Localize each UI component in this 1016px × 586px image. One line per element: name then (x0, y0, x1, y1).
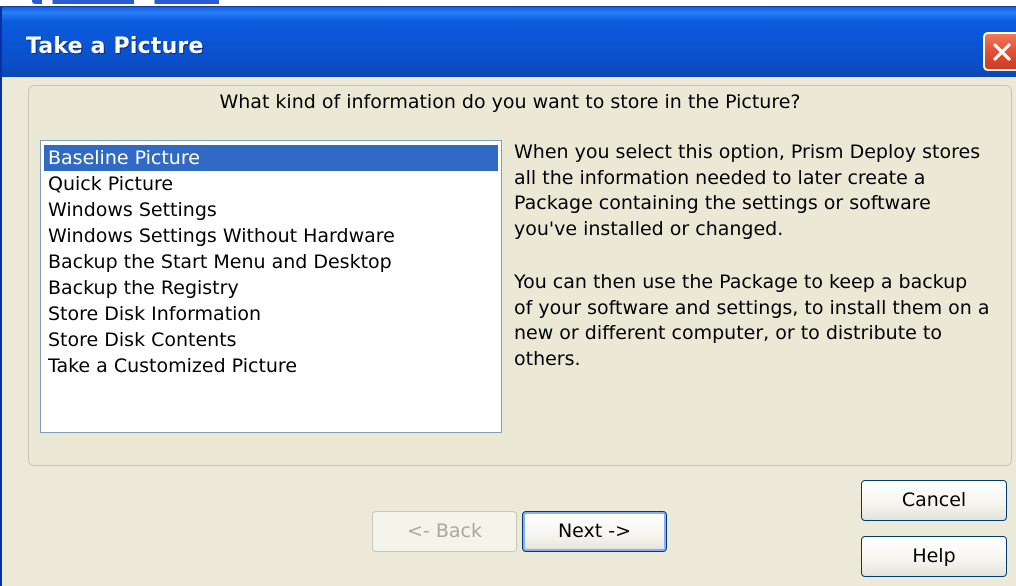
list-item[interactable]: Quick Picture (44, 171, 498, 197)
description-line: You can then use the Package to keep a b… (514, 271, 968, 293)
description-line: Package containing the settings or softw… (514, 192, 931, 214)
description-line: of your software and settings, to instal… (514, 296, 990, 319)
cancel-button[interactable]: Cancel (861, 480, 1007, 521)
dialog-body: What kind of information do you want to … (0, 77, 1016, 586)
title-bar[interactable]: Take a Picture (0, 7, 1016, 77)
back-button[interactable]: <- Back (372, 511, 517, 552)
list-item[interactable]: Baseline Picture (44, 145, 498, 171)
list-item[interactable]: Take a Customized Picture (44, 353, 498, 379)
background-window-title-fragment (32, 0, 372, 4)
picture-type-listbox[interactable]: Baseline Picture Quick Picture Windows S… (40, 140, 502, 433)
dialog-window: Take a Picture What kind of information … (0, 0, 1016, 586)
description-line: When you select this option, Prism Deplo… (514, 141, 981, 163)
description-line: all the information needed to later crea… (514, 166, 926, 189)
description-line: you've installed or changed. (514, 217, 784, 240)
next-button[interactable]: Next -> (522, 511, 667, 552)
background-window-edge (0, 0, 1016, 7)
question-label: What kind of information do you want to … (219, 91, 801, 113)
list-item[interactable]: Store Disk Information (44, 301, 498, 327)
list-item[interactable]: Store Disk Contents (44, 327, 498, 353)
close-button[interactable] (983, 32, 1016, 71)
help-button[interactable]: Help (861, 536, 1007, 577)
close-icon (993, 43, 1011, 61)
list-item[interactable]: Backup the Start Menu and Desktop (44, 249, 498, 275)
list-item[interactable]: Windows Settings Without Hardware (44, 223, 498, 249)
list-item[interactable]: Windows Settings (44, 197, 498, 223)
list-item[interactable]: Backup the Registry (44, 275, 498, 301)
description-line: others. (514, 347, 581, 370)
description-line: new or different computer, or to distrib… (514, 322, 942, 344)
window-title: Take a Picture (26, 34, 204, 59)
